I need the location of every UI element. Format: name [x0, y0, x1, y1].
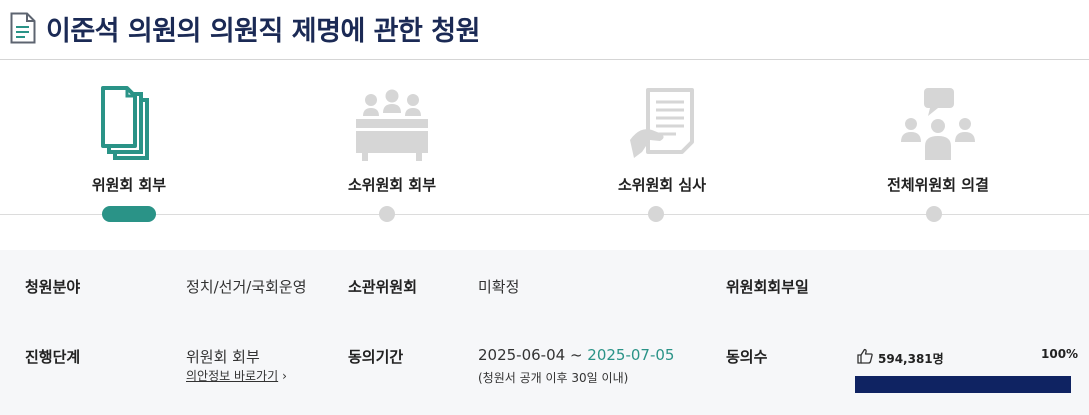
stage-label: 진행단계: [25, 348, 81, 366]
step-full-committee-resolution: 전체위원회 의결: [838, 86, 1038, 195]
committee-value: 미확정: [478, 278, 520, 296]
stage-value: 위원회 회부: [186, 348, 260, 366]
bill-info-link[interactable]: 의안정보 바로가기 ›: [186, 367, 287, 384]
thumbs-up-icon: [857, 348, 873, 364]
step-marker: [648, 206, 664, 222]
period-value: 2025-06-04 ~ 2025-07-05: [478, 346, 674, 364]
agree-progress-fill: [855, 376, 1071, 393]
document-icon: [10, 12, 36, 44]
page-title: 이준석 의원의 의원직 제명에 관한 청원: [46, 15, 480, 47]
period-note: (청원서 공개 이후 30일 이내): [478, 371, 629, 385]
step-subcommittee-review: 소위원회 심사: [562, 86, 762, 195]
agree-progress-bar: [855, 376, 1071, 393]
step-label: 소위원회 회부: [347, 176, 437, 194]
review-document-icon: [630, 88, 694, 158]
documents-stack-icon: [101, 86, 149, 160]
step-marker: [379, 206, 395, 222]
field-value: 정치/선거/국회운영: [186, 278, 307, 296]
step-subcommittee-referral: 소위원회 회부: [292, 86, 492, 195]
step-committee-referral: 위원회 회부: [29, 86, 229, 195]
chevron-right-icon: ›: [282, 369, 287, 383]
discussion-group-icon: [901, 88, 975, 160]
agree-count: 594,381명: [878, 352, 944, 366]
referral-date-label: 위원회회부일: [726, 278, 809, 296]
step-marker: [926, 206, 942, 222]
step-label: 전체위원회 의결: [887, 176, 989, 194]
period-start: 2025-06-04 ~: [478, 346, 588, 364]
committee-label: 소관위원회: [348, 278, 418, 296]
step-label: 위원회 회부: [91, 176, 167, 194]
agree-percent: 100%: [1041, 347, 1079, 361]
meeting-table-icon: [356, 89, 428, 161]
period-end: 2025-07-05: [587, 346, 675, 364]
step-marker-active: [102, 206, 156, 222]
period-label: 동의기간: [348, 348, 404, 366]
bill-info-link-label: 의안정보 바로가기: [186, 369, 279, 383]
title-row: 이준석 의원의 의원직 제명에 관한 청원: [10, 8, 480, 48]
step-label: 소위원회 심사: [617, 176, 707, 194]
field-label: 청원분야: [25, 278, 81, 296]
agree-label: 동의수: [726, 348, 768, 366]
title-divider: [0, 59, 1089, 60]
